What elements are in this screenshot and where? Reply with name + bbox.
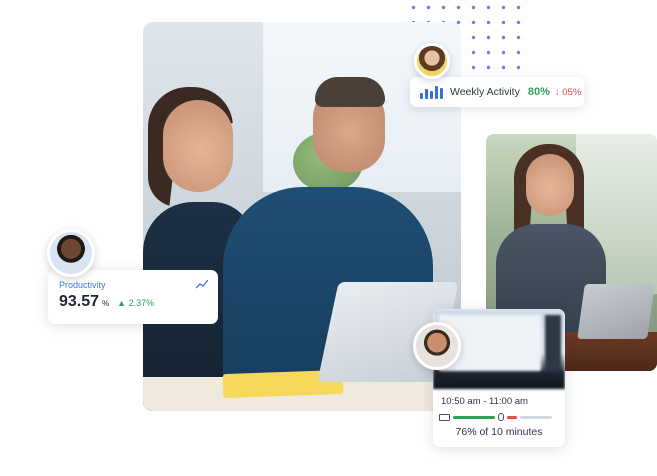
trend-up-icon <box>196 279 208 289</box>
bar-chart-icon <box>420 85 443 99</box>
weekly-activity-card: Weekly Activity 80% ↓ 05% <box>410 77 584 107</box>
photo-worker-laptop <box>577 284 655 339</box>
weekly-activity-delta: ↓ 05% <box>554 86 582 98</box>
mouse-activity-segment <box>507 415 517 419</box>
activity-track <box>439 413 559 421</box>
keyboard-icon <box>439 413 450 421</box>
productivity-card: Productivity 93.57 % ▲ 2.37% <box>48 270 218 324</box>
photo-man-hair <box>315 77 385 107</box>
photo-woman-face <box>163 100 233 192</box>
productivity-unit: % <box>102 299 110 308</box>
weekly-activity-label: Weekly Activity <box>450 86 520 98</box>
time-range: 10:50 am - 11:00 am <box>441 396 528 407</box>
activity-summary: 76% of 10 minutes <box>455 426 543 438</box>
photo-worker-face <box>526 154 574 216</box>
productivity-avatar <box>47 229 95 277</box>
weekly-activity-value: 80% <box>527 86 550 98</box>
keyboard-activity-segment <box>453 415 495 419</box>
timeline-avatar <box>413 322 461 370</box>
productivity-title: Productivity <box>59 280 106 290</box>
productivity-value: 93.57 <box>59 293 100 310</box>
weekly-activity-avatar <box>414 43 450 79</box>
productivity-delta: ▲ 2.37% <box>117 298 155 308</box>
mouse-icon <box>498 413 504 421</box>
idle-segment <box>520 415 552 419</box>
